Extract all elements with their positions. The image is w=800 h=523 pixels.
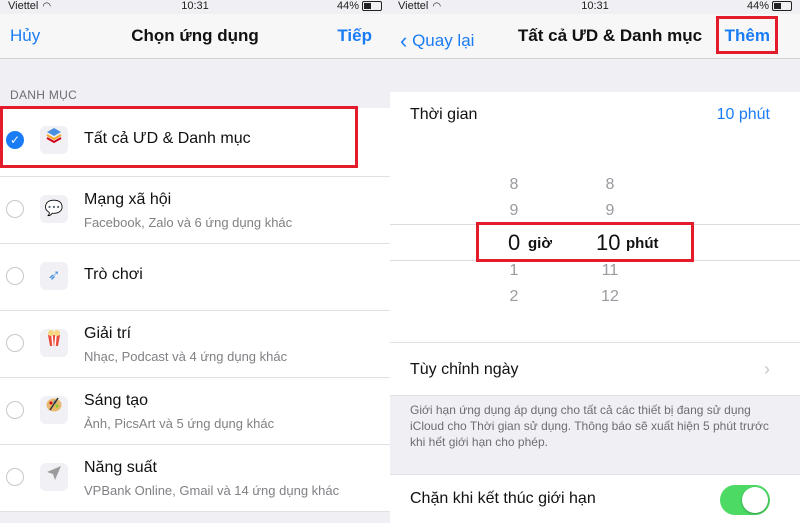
category-title: Năng suất bbox=[84, 459, 157, 476]
category-row-games[interactable]: ➶ Trò chơi bbox=[0, 244, 390, 311]
popcorn-icon bbox=[40, 329, 68, 357]
chevron-right-icon: › bbox=[764, 359, 770, 379]
time-label: Thời gian bbox=[410, 106, 478, 123]
category-row-productivity[interactable]: Năng suất VPBank Online, Gmail và 14 ứng… bbox=[0, 445, 390, 512]
custom-days-label: Tùy chỉnh ngày bbox=[410, 361, 519, 378]
category-subtitle: Ảnh, PicsArt và 5 ứng dụng khác bbox=[84, 416, 275, 431]
page-title: Chọn ứng dụng bbox=[131, 26, 259, 45]
category-title: Trò chơi bbox=[84, 266, 143, 283]
radio-icon[interactable] bbox=[6, 468, 24, 486]
highlight-box-picker bbox=[476, 222, 694, 262]
highlight-box-add bbox=[716, 16, 778, 54]
category-title: Mạng xã hội bbox=[84, 191, 172, 208]
block-at-end-label: Chặn khi kết thúc giới hạn bbox=[410, 490, 596, 507]
category-title: Giải trí bbox=[84, 325, 132, 342]
battery-icon bbox=[772, 1, 792, 12]
hours-above-2[interactable]: 9 bbox=[494, 202, 534, 220]
category-row-creativity[interactable]: Sáng tạo Ảnh, PicsArt và 5 ứng dụng khác bbox=[0, 378, 390, 445]
minutes-above-1[interactable]: 8 bbox=[590, 176, 630, 194]
limit-note: Giới hạn ứng dụng áp dụng cho tất cả các… bbox=[410, 403, 769, 449]
battery-group: 44% bbox=[747, 0, 792, 12]
highlight-box-all-apps bbox=[0, 106, 358, 168]
status-bar: Viettel ◠ 10:31 44% bbox=[0, 0, 390, 14]
category-subtitle: VPBank Online, Gmail và 14 ứng dụng khác bbox=[84, 483, 340, 498]
status-bar: Viettel ◠ 10:31 44% bbox=[390, 0, 800, 14]
clock: 10:31 bbox=[181, 0, 209, 12]
clock: 10:31 bbox=[581, 0, 609, 12]
chevron-left-icon: ‹ bbox=[400, 28, 408, 53]
time-limit-screen: Viettel ◠ 10:31 44% ‹ Quay lại Tất cả ƯD … bbox=[390, 0, 800, 523]
category-subtitle: Nhạc, Podcast và 4 ứng dụng khác bbox=[84, 349, 288, 364]
radio-icon[interactable] bbox=[6, 267, 24, 285]
battery-icon bbox=[362, 1, 382, 12]
block-at-end-row: Chặn khi kết thúc giới hạn bbox=[390, 474, 800, 523]
hours-below-1[interactable]: 1 bbox=[494, 262, 534, 280]
custom-days-row[interactable]: Tùy chỉnh ngày › bbox=[390, 342, 800, 396]
time-value: 10 phút bbox=[716, 106, 770, 123]
radio-icon[interactable] bbox=[6, 334, 24, 352]
category-list: ✓ Tất cả ƯD & Danh mục 💬 Mạng xã hội Fac… bbox=[0, 108, 390, 512]
hours-above-1[interactable]: 8 bbox=[494, 176, 534, 194]
time-row[interactable]: Thời gian 10 phút bbox=[390, 92, 800, 137]
battery-percent: 44% bbox=[746, 0, 769, 12]
hours-below-2[interactable]: 2 bbox=[494, 288, 534, 306]
category-title: Sáng tạo bbox=[84, 392, 149, 409]
chat-heart-icon: 💬 bbox=[40, 195, 68, 223]
palette-icon bbox=[40, 396, 68, 424]
section-header: DANH MỤC bbox=[10, 88, 78, 102]
time-picker[interactable]: 8 8 9 9 0 giờ 10 phút 1 11 2 12 bbox=[390, 136, 800, 342]
choose-apps-screen: Viettel ◠ 10:31 44% Hủy Chọn ứng dụng Tiế… bbox=[0, 0, 390, 523]
next-button[interactable]: Tiếp bbox=[337, 26, 372, 46]
navigation-bar: Hủy Chọn ứng dụng Tiếp bbox=[0, 14, 390, 59]
screens: Viettel ◠ 10:31 44% Hủy Chọn ứng dụng Tiế… bbox=[0, 0, 800, 523]
minutes-below-2[interactable]: 12 bbox=[590, 288, 630, 306]
battery-percent: 44% bbox=[336, 0, 359, 12]
rocket-icon: ➶ bbox=[40, 262, 68, 290]
radio-icon[interactable] bbox=[6, 401, 24, 419]
minutes-above-2[interactable]: 9 bbox=[590, 202, 630, 220]
category-row-entertainment[interactable]: Giải trí Nhạc, Podcast và 4 ứng dụng khá… bbox=[0, 311, 390, 378]
paper-plane-icon bbox=[40, 463, 68, 491]
category-subtitle: Facebook, Zalo và 6 ứng dụng khác bbox=[84, 215, 293, 230]
block-at-end-toggle[interactable] bbox=[720, 485, 770, 515]
minutes-below-1[interactable]: 11 bbox=[590, 262, 630, 280]
battery-group: 44% bbox=[337, 0, 382, 12]
radio-icon[interactable] bbox=[6, 200, 24, 218]
category-row-social[interactable]: 💬 Mạng xã hội Facebook, Zalo và 6 ứng dụ… bbox=[0, 177, 390, 244]
